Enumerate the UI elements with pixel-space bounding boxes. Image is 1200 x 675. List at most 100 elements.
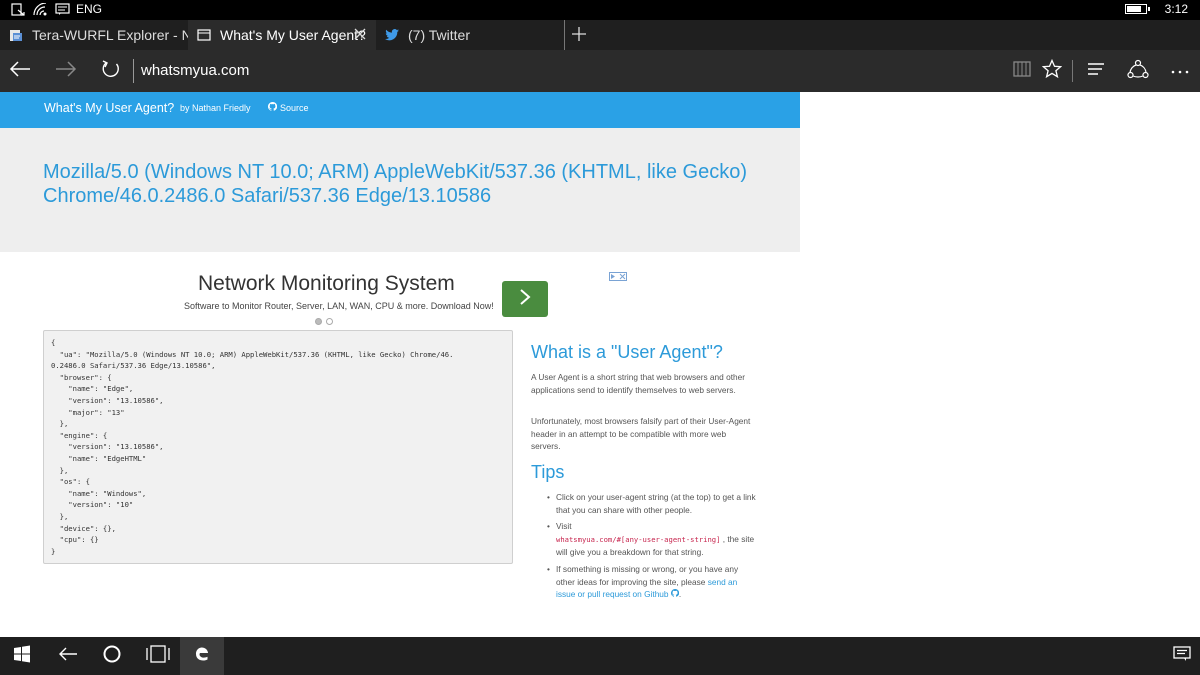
plus-icon <box>571 26 587 45</box>
language-indicator[interactable]: ENG <box>76 2 102 16</box>
notifications-icon <box>1173 645 1191 668</box>
code-line: "name": "Edge", <box>51 384 134 394</box>
user-agent-string-line-1[interactable]: Mozilla/5.0 (Windows NT 10.0; ARM) Apple… <box>43 160 783 185</box>
tip-text: Click on your user-agent string (at the … <box>556 492 756 515</box>
refresh-icon <box>101 59 121 84</box>
author-link[interactable]: by Nathan Friedly <box>180 103 251 113</box>
tips-heading: Tips <box>531 462 565 482</box>
pagination-dot[interactable] <box>326 318 333 325</box>
tip-code: whatsmyua.com/#[any-user-agent-string] <box>556 534 721 544</box>
code-line: "name": "Windows", <box>51 488 147 498</box>
tab-title: What's My User Agent? <box>220 27 366 43</box>
code-line: "name": "EdgeHTML" <box>51 453 147 463</box>
ad-pagination <box>315 318 333 325</box>
navigation-bar: whatsmyua.com <box>0 50 1200 92</box>
action-center-button[interactable] <box>1160 637 1200 675</box>
hub-icon <box>1086 61 1106 82</box>
code-line: }, <box>51 511 69 521</box>
code-line: "ua": "Mozilla/5.0 (Windows NT 10.0; ARM… <box>51 349 454 359</box>
tab-whats-my-ua[interactable]: What's My User Agent? <box>188 20 376 50</box>
reading-view-button[interactable] <box>1010 59 1034 83</box>
code-line: "browser": { <box>51 372 112 382</box>
more-button[interactable] <box>1168 59 1192 83</box>
code-line: "version": "13.10586", <box>51 442 164 452</box>
tab-preview-icon <box>196 27 212 43</box>
back-arrow-icon <box>9 60 31 83</box>
code-line: 0.2486.0 Safari/537.36 Edge/13.10586", <box>51 361 216 371</box>
github-icon <box>670 588 680 599</box>
tab-title: Tera-WURFL Explorer - Nok <box>32 27 188 43</box>
what-paragraph-2: Unfortunately, most browsers falsify par… <box>531 416 751 451</box>
twitter-bird-icon <box>384 27 400 43</box>
bullet: • <box>547 564 550 574</box>
address-bar[interactable]: whatsmyua.com <box>133 59 249 83</box>
code-line: "device": {}, <box>51 523 116 533</box>
screen: ENG 3:12 Tera-WURFL Explorer - Nok What'… <box>0 0 1200 675</box>
parsed-user-agent-json: { "ua": "Mozilla/5.0 (Windows NT 10.0; A… <box>43 330 513 564</box>
ad-subtitle[interactable]: Software to Monitor Router, Server, LAN,… <box>184 301 494 311</box>
bullet: • <box>547 521 550 531</box>
task-view-icon <box>145 644 171 669</box>
tip-item-1: • Click on your user-agent string (at th… <box>547 491 756 516</box>
tab-strip: Tera-WURFL Explorer - Nok What's My User… <box>0 20 1200 50</box>
web-page: What's My User Agent? by Nathan Friedly … <box>0 92 1200 637</box>
tab-tera-wurfl[interactable]: Tera-WURFL Explorer - Nok <box>0 20 188 50</box>
code-line: { <box>51 338 56 347</box>
cortana-circle-icon <box>102 644 122 669</box>
tablet-mode-icon <box>10 2 26 16</box>
hub-button[interactable] <box>1084 59 1108 83</box>
taskbar-edge-button[interactable] <box>180 637 224 675</box>
battery-icon <box>1124 4 1150 14</box>
what-paragraph-1: A User Agent is a short string that web … <box>531 372 745 395</box>
toolbar-separator <box>1072 60 1073 82</box>
status-bar: ENG 3:12 <box>0 0 1200 20</box>
code-line: "engine": { <box>51 430 108 440</box>
clock[interactable]: 3:12 <box>1165 2 1188 16</box>
tab-title: (7) Twitter <box>408 27 470 43</box>
bullet: • <box>547 492 550 502</box>
taskbar-back-button[interactable] <box>46 637 90 675</box>
favorite-button[interactable] <box>1040 58 1064 84</box>
source-label: Source <box>280 102 309 113</box>
cortana-button[interactable] <box>90 637 134 675</box>
status-left: ENG <box>10 2 102 16</box>
tip-text: . <box>678 589 682 599</box>
code-line: "os": { <box>51 477 90 487</box>
source-link[interactable]: Source <box>267 101 309 113</box>
github-icon <box>267 101 278 113</box>
code-line: } <box>51 546 56 556</box>
code-line: }, <box>51 465 69 475</box>
ad-choices-icon[interactable] <box>609 272 627 281</box>
book-icon <box>1012 60 1032 83</box>
share-icon <box>1127 59 1149 84</box>
task-view-button[interactable] <box>136 637 180 675</box>
edge-logo-icon <box>192 644 212 669</box>
back-button[interactable] <box>8 59 32 83</box>
code-line: "cpu": {} <box>51 535 99 545</box>
tab-twitter[interactable]: (7) Twitter <box>376 20 564 50</box>
forward-button[interactable] <box>54 59 78 83</box>
site-brand-link[interactable]: What's My User Agent? <box>44 101 174 115</box>
forward-arrow-icon <box>55 60 77 83</box>
user-agent-string-line-2[interactable]: Chrome/46.0.2486.0 Safari/537.36 Edge/13… <box>43 184 783 209</box>
ad-next-button[interactable] <box>502 281 548 317</box>
code-line: "major": "13" <box>51 407 125 417</box>
code-line: "version": "13.10586", <box>51 395 164 405</box>
windows-logo-icon <box>13 645 31 668</box>
page-favicon-icon <box>8 27 24 43</box>
refresh-button[interactable] <box>99 59 123 83</box>
start-button[interactable] <box>0 637 44 675</box>
code-line: "version": "10" <box>51 500 134 510</box>
user-agent-hero: Mozilla/5.0 (Windows NT 10.0; ARM) Apple… <box>0 128 800 252</box>
status-right: 3:12 <box>1124 2 1188 16</box>
close-tab-icon[interactable] <box>352 26 368 42</box>
tip-item-3: • If something is missing or wrong, or y… <box>547 563 756 601</box>
ad-title[interactable]: Network Monitoring System <box>198 272 455 296</box>
chevron-right-icon <box>518 288 532 311</box>
pagination-dot-active[interactable] <box>315 318 322 325</box>
star-icon <box>1041 58 1063 84</box>
share-button[interactable] <box>1126 59 1150 83</box>
more-dots-icon <box>1170 62 1190 80</box>
new-tab-button[interactable] <box>564 20 592 50</box>
site-header: What's My User Agent? by Nathan Friedly … <box>0 92 800 128</box>
